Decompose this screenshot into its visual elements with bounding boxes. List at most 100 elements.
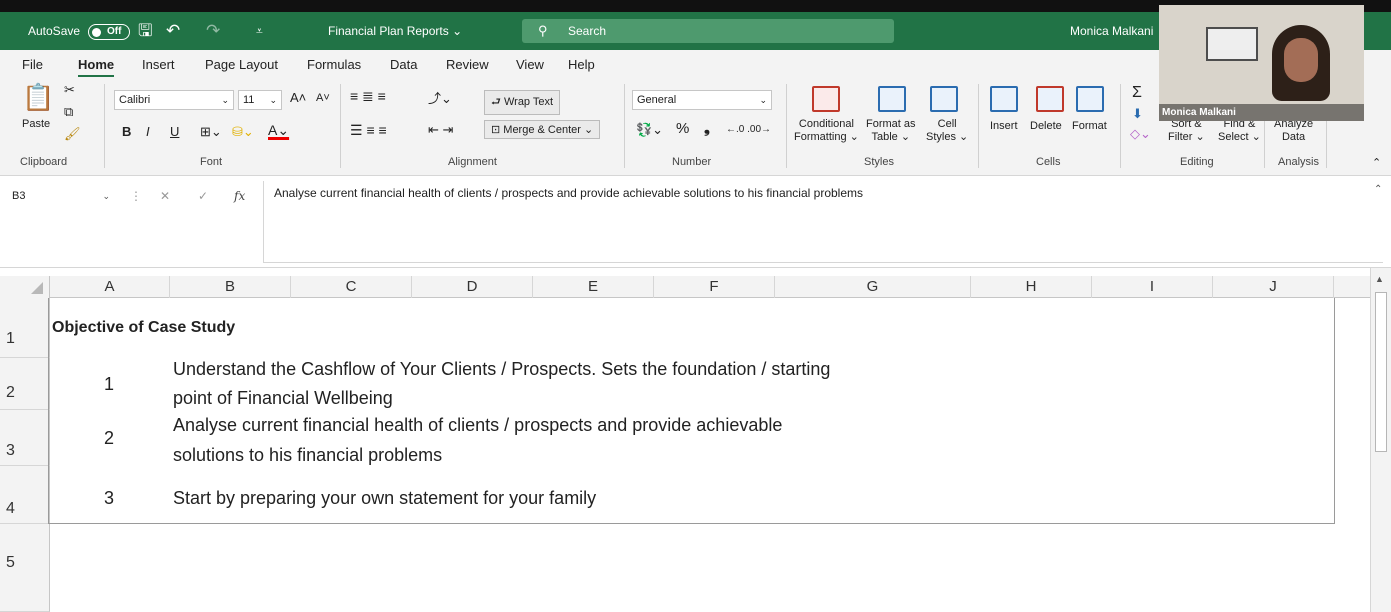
save-icon[interactable]: 🖫 [138, 12, 152, 50]
orientation-icon[interactable]: ⤴⌄ [428, 88, 452, 107]
font-color-icon[interactable]: A⌄ [268, 122, 289, 139]
vertical-scrollbar[interactable]: ▲ [1370, 268, 1391, 612]
column-header-b[interactable]: B [170, 276, 291, 298]
enter-icon[interactable]: ✓ [198, 185, 208, 207]
tab-formulas[interactable]: Formulas [307, 57, 361, 72]
clear-icon[interactable]: ◇⌄ [1130, 126, 1151, 142]
cell-b3-line2[interactable]: solutions to his financial problems [173, 441, 442, 469]
cell-number-2[interactable]: 2 [104, 424, 114, 452]
decimal-icons[interactable]: ←.0 .00→ [726, 124, 771, 135]
copy-icon[interactable]: ⧉ [64, 104, 73, 120]
delete-button[interactable]: Delete [1030, 120, 1062, 132]
autosum-icon[interactable]: Σ [1132, 84, 1142, 102]
document-title[interactable]: Financial Plan Reports ⌄ [328, 12, 462, 50]
cell-b2-line2[interactable]: point of Financial Wellbeing [173, 384, 393, 412]
tab-view[interactable]: View [516, 57, 544, 72]
row-header-2[interactable]: 2 [0, 358, 50, 410]
column-header-d[interactable]: D [412, 276, 533, 298]
conditional-formatting-button[interactable]: Conditional Formatting ⌄ [794, 118, 859, 144]
row-header-4[interactable]: 4 [0, 466, 50, 524]
comma-button[interactable]: ❟ [704, 120, 710, 137]
scroll-up-icon[interactable]: ▲ [1375, 274, 1384, 284]
cell-a1[interactable]: Objective of Case Study [52, 314, 235, 342]
cut-icon[interactable]: ✂ [64, 82, 75, 98]
user-name[interactable]: Monica Malkani [1070, 12, 1153, 50]
undo-icon[interactable]: ↶ [166, 12, 180, 50]
autosave-toggle[interactable]: Off [88, 24, 130, 40]
wrap-text-button[interactable]: ⮐ Wrap Text [484, 90, 561, 115]
column-headers: A B C D E F G H I J [0, 276, 1391, 298]
column-header-g[interactable]: G [775, 276, 971, 298]
analyze-data-button[interactable]: Analyze Data [1274, 118, 1313, 144]
format-button[interactable]: Format [1072, 120, 1107, 132]
italic-button[interactable]: I [146, 124, 150, 139]
underline-button[interactable]: U [170, 124, 179, 139]
formula-controls: ⋮ ✕ ✓ fx [130, 185, 260, 207]
currency-icon[interactable]: 💱⌄ [636, 122, 663, 138]
find-select-button[interactable]: Find & Select ⌄ [1218, 118, 1261, 144]
formula-input[interactable]: Analyse current financial health of clie… [263, 181, 1383, 263]
tab-insert[interactable]: Insert [142, 57, 175, 72]
fx-icon[interactable]: fx [234, 185, 245, 207]
conditional-formatting-icon [812, 86, 840, 112]
cancel-icon[interactable]: ✕ [160, 185, 170, 207]
cell-styles-button[interactable]: Cell Styles ⌄ [926, 118, 968, 144]
paste-button[interactable]: Paste [22, 118, 50, 130]
insert-button[interactable]: Insert [990, 120, 1018, 132]
tab-review[interactable]: Review [446, 57, 489, 72]
column-header-c[interactable]: C [291, 276, 412, 298]
search-box[interactable]: ⚲ Search [522, 19, 894, 43]
cell-b2-line1[interactable]: Understand the Cashflow of Your Clients … [173, 355, 830, 383]
group-clipboard: Clipboard [20, 156, 68, 168]
indent-icon[interactable]: ⇤ ⇥ [428, 122, 453, 138]
fill-color-icon[interactable]: ⛁⌄ [232, 124, 254, 140]
select-all-corner[interactable] [0, 276, 50, 298]
format-painter-icon[interactable]: 🖌 [64, 126, 81, 142]
cell-number-3[interactable]: 3 [104, 484, 114, 512]
paste-icon[interactable]: 📋 [22, 82, 54, 113]
divider [1120, 84, 1121, 168]
tab-file[interactable]: File [22, 57, 43, 72]
format-as-table-button[interactable]: Format as Table ⌄ [866, 118, 916, 144]
column-header-h[interactable]: H [971, 276, 1092, 298]
column-header-f[interactable]: F [654, 276, 775, 298]
row-header-1[interactable]: 1 [0, 298, 50, 358]
wrap-text-icon: ⮐ [491, 96, 504, 108]
collapse-ribbon-icon[interactable]: ⌃ [1372, 156, 1381, 169]
format-as-table-icon [878, 86, 906, 112]
sort-filter-button[interactable]: Sort & Filter ⌄ [1168, 118, 1205, 144]
customize-toolbar-icon[interactable]: ⩡ [256, 12, 263, 50]
cell-b4[interactable]: Start by preparing your own statement fo… [173, 484, 596, 512]
increase-font-icon[interactable]: A˄ [290, 90, 306, 105]
merge-center-button[interactable]: ⊡ Merge & Center ⌄ [484, 120, 601, 139]
font-size-select[interactable]: 11 ⌄ [238, 90, 282, 110]
number-format-select[interactable]: General ⌄ [632, 90, 772, 110]
tab-help[interactable]: Help [568, 57, 595, 72]
fill-icon[interactable]: ⬇ [1132, 106, 1143, 122]
person-face [1284, 38, 1318, 82]
align-left-icon[interactable]: ☰ ≡ ≡ [350, 122, 387, 139]
tab-page-layout[interactable]: Page Layout [205, 57, 278, 72]
tab-home[interactable]: Home [78, 57, 115, 77]
row-header-3[interactable]: 3 [0, 410, 50, 466]
font-name-select[interactable]: Calibri ⌄ [114, 90, 234, 110]
merge-icon: ⊡ [491, 124, 504, 136]
decrease-font-icon[interactable]: A˅ [316, 92, 330, 104]
tab-data[interactable]: Data [390, 57, 417, 72]
scrollbar-thumb[interactable] [1375, 292, 1387, 452]
align-top-icon[interactable]: ≡ ≣ ≡ [350, 88, 386, 105]
column-header-i[interactable]: I [1092, 276, 1213, 298]
bold-button[interactable]: B [122, 124, 131, 139]
name-box[interactable]: B3 ⌄ [8, 185, 118, 207]
borders-icon[interactable]: ⊞⌄ [200, 124, 222, 140]
column-header-a[interactable]: A [50, 276, 170, 298]
row-header-5[interactable]: 5 [0, 524, 50, 612]
column-header-j[interactable]: J [1213, 276, 1334, 298]
expand-formula-icon[interactable]: ⌃ [1374, 184, 1382, 195]
redo-icon[interactable]: ↷ [206, 12, 220, 50]
cell-b3-line1[interactable]: Analyse current financial health of clie… [173, 411, 782, 439]
cell-number-1[interactable]: 1 [104, 370, 114, 398]
percent-button[interactable]: % [676, 120, 689, 137]
search-icon: ⚲ [538, 23, 548, 38]
column-header-e[interactable]: E [533, 276, 654, 298]
